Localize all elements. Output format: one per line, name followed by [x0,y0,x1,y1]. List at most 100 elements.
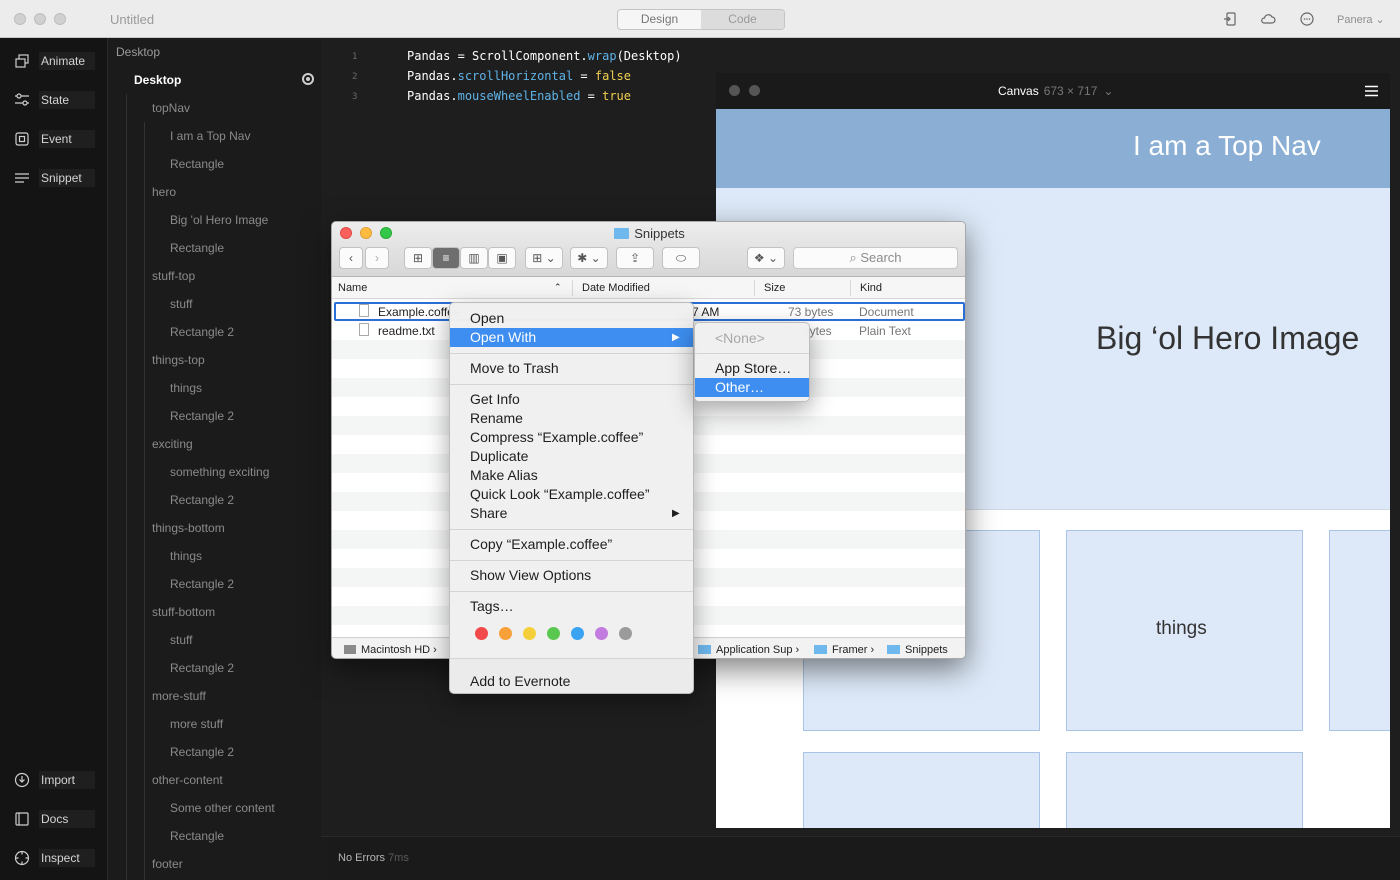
layer-item[interactable]: more stuff [170,717,223,731]
menu-item-rename[interactable]: Rename [470,410,523,426]
comment-icon[interactable] [1299,11,1315,27]
state-tool[interactable]: State [14,90,95,110]
layer-item[interactable]: Rectangle 2 [170,661,234,675]
layer-target-icon[interactable] [302,73,314,85]
tags-button[interactable]: ⬭ [662,247,700,269]
layer-item[interactable]: Rectangle 2 [170,745,234,759]
hamburger-menu-icon[interactable] [1365,85,1378,97]
layer-item[interactable]: Rectangle 2 [170,409,234,423]
menu-item-share[interactable]: Share [470,505,507,521]
tag-green[interactable] [547,627,560,640]
docs-tool[interactable]: Docs [14,809,95,829]
menu-item-tags[interactable]: Tags… [470,598,514,614]
import-tool[interactable]: Import [14,770,95,790]
col-name[interactable]: Name [338,282,367,294]
cloud-icon[interactable] [1260,11,1276,27]
layer-item[interactable]: footer [152,857,183,871]
menu-item-quick-look[interactable]: Quick Look “Example.coffee” [470,486,650,502]
tab-design[interactable]: Design [618,10,701,29]
cover-flow-button[interactable]: ▣ [488,247,516,269]
tag-orange[interactable] [499,627,512,640]
icon-view-button[interactable]: ⊞ [404,247,432,269]
share-button[interactable]: ⇪ [616,247,654,269]
menu-item-open-with[interactable]: Open With [470,329,536,345]
layer-item[interactable]: things [170,549,202,563]
layer-item[interactable]: stuff-bottom [152,605,215,619]
submenu-item-app-store[interactable]: App Store… [715,360,791,376]
canvas-title[interactable]: Canvas 673 × 717 ⌄ [998,84,1113,98]
tag-red[interactable] [475,627,488,640]
layer-item[interactable]: things-bottom [152,521,225,535]
layer-item[interactable]: Rectangle 2 [170,493,234,507]
code-line[interactable]: Pandas.scrollHorizontal = false [407,69,631,83]
menu-item-show-view-options[interactable]: Show View Options [470,567,591,583]
mode-toggle[interactable]: Design Code [617,9,785,30]
window-zoom-button[interactable] [54,13,66,25]
event-tool[interactable]: Event [14,129,95,149]
layer-item[interactable]: things-top [152,353,205,367]
column-view-button[interactable]: ▥ [460,247,488,269]
path-item-snippets[interactable]: Snippets [887,644,948,656]
tag-blue[interactable] [571,627,584,640]
layer-item[interactable]: other-content [152,773,223,787]
preview-device-icon[interactable] [1222,11,1238,27]
layer-item[interactable]: Rectangle [170,829,224,843]
inspect-tool[interactable]: Inspect [14,848,95,868]
user-menu[interactable]: Panera ⌄ [1337,13,1385,26]
list-view-button[interactable]: ≡ [432,247,460,269]
context-menu[interactable]: Open Open With ▶ Move to Trash Get Info … [449,302,694,694]
tag-yellow[interactable] [523,627,536,640]
layer-item[interactable]: things [170,381,202,395]
col-date[interactable]: Date Modified [582,282,650,294]
layer-item[interactable]: Rectangle [170,157,224,171]
layer-item[interactable]: Some other content [170,801,275,815]
layer-item[interactable]: hero [152,185,176,199]
layer-item[interactable]: Rectangle 2 [170,325,234,339]
menu-item-get-info[interactable]: Get Info [470,391,520,407]
layer-item[interactable]: something exciting [170,465,269,479]
layer-item[interactable]: stuff-top [152,269,195,283]
submenu-item-other[interactable]: Other… [715,379,764,395]
menu-item-add-to-evernote[interactable]: Add to Evernote [470,673,570,689]
arrange-button[interactable]: ⊞ ⌄ [525,247,563,269]
path-item-disk[interactable]: Macintosh HD › [344,644,437,656]
menu-item-open[interactable]: Open [470,310,504,326]
window-close-button[interactable] [14,13,26,25]
layer-item[interactable]: Big 'ol Hero Image [170,213,268,227]
open-with-submenu[interactable]: <None> App Store… Other… [694,322,810,402]
layer-item[interactable]: more-stuff [152,689,206,703]
code-line[interactable]: Pandas.mouseWheelEnabled = true [407,89,631,103]
layer-item[interactable]: I am a Top Nav [170,129,250,143]
layer-selected[interactable]: Desktop [134,73,181,87]
snippet-tool[interactable]: Snippet [14,168,95,188]
menu-item-duplicate[interactable]: Duplicate [470,448,528,464]
menu-item-compress[interactable]: Compress “Example.coffee” [470,429,643,445]
canvas-minimize-button[interactable] [749,85,760,96]
layer-item[interactable]: exciting [152,437,193,451]
layer-item[interactable]: Rectangle 2 [170,577,234,591]
layer-item[interactable]: topNav [152,101,190,115]
menu-item-move-to-trash[interactable]: Move to Trash [470,360,559,376]
animate-tool[interactable]: Animate [14,51,95,71]
layer-root[interactable]: Desktop [116,45,160,59]
path-item-framer[interactable]: Framer › [814,644,874,656]
tag-purple[interactable] [595,627,608,640]
tab-code[interactable]: Code [701,10,784,29]
tag-gray[interactable] [619,627,632,640]
layer-item[interactable]: stuff [170,297,192,311]
canvas-close-button[interactable] [729,85,740,96]
col-size[interactable]: Size [764,282,785,294]
action-gear-button[interactable]: ✱ ⌄ [570,247,608,269]
window-minimize-button[interactable] [34,13,46,25]
dropbox-button[interactable]: ❖ ⌄ [747,247,785,269]
path-item-appsupport[interactable]: Application Sup › [698,644,799,656]
finder-search-field[interactable]: ⌕ Search [793,247,958,269]
layer-item[interactable]: stuff [170,633,192,647]
col-kind[interactable]: Kind [860,282,882,294]
code-line[interactable]: Pandas = ScrollComponent.wrap(Desktop) [407,49,682,63]
layer-item[interactable]: Rectangle [170,241,224,255]
menu-item-copy[interactable]: Copy “Example.coffee” [470,536,612,552]
back-button[interactable]: ‹ [339,247,363,269]
forward-button[interactable]: › [365,247,389,269]
menu-item-make-alias[interactable]: Make Alias [470,467,538,483]
